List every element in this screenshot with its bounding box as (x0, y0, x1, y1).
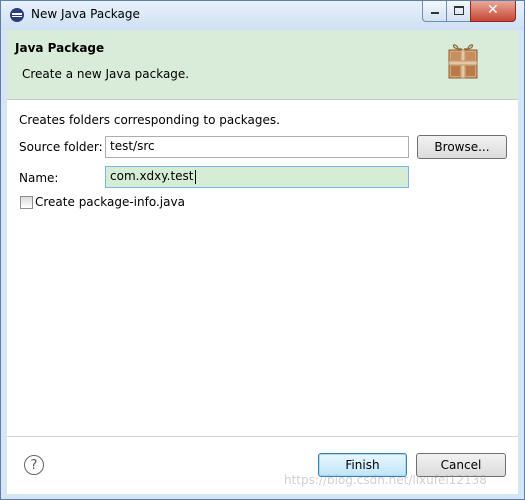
header-title: Java Package (15, 41, 105, 55)
package-icon (448, 44, 478, 79)
maximize-icon (454, 6, 464, 15)
dialog-window: New Java Package ✕ Java Package Create a… (0, 0, 525, 500)
minimize-button[interactable] (422, 1, 447, 22)
title-bar[interactable]: New Java Package ✕ (1, 1, 524, 30)
close-button[interactable]: ✕ (470, 1, 516, 22)
wizard-body: Creates folders corresponding to package… (7, 100, 518, 436)
eclipse-icon (10, 8, 24, 22)
package-name-value: com.xdxy.test (110, 169, 194, 183)
minimize-icon (431, 12, 439, 14)
package-info-label[interactable]: Create package-info.java (35, 195, 185, 209)
intro-text: Creates folders corresponding to package… (19, 113, 280, 127)
window-title: New Java Package (31, 7, 140, 21)
watermark: https://blog.csdn.net/lixufei12138 (284, 473, 487, 487)
wizard-header: Java Package Create a new Java package. (7, 30, 518, 100)
help-icon[interactable]: ? (24, 455, 44, 475)
header-description: Create a new Java package. (22, 67, 190, 81)
package-name-input[interactable]: com.xdxy.test (105, 166, 409, 188)
package-info-checkbox[interactable] (20, 196, 33, 209)
close-icon: ✕ (487, 2, 499, 18)
browse-button[interactable]: Browse... (417, 135, 507, 159)
source-folder-value: test/src (110, 139, 155, 153)
text-caret (194, 169, 196, 184)
source-folder-input[interactable]: test/src (105, 136, 409, 158)
source-folder-label: Source folder: (19, 140, 103, 154)
name-label: Name: (19, 171, 59, 185)
maximize-button[interactable] (446, 1, 472, 22)
dialog-client: Java Package Create a new Java package. … (7, 30, 518, 494)
